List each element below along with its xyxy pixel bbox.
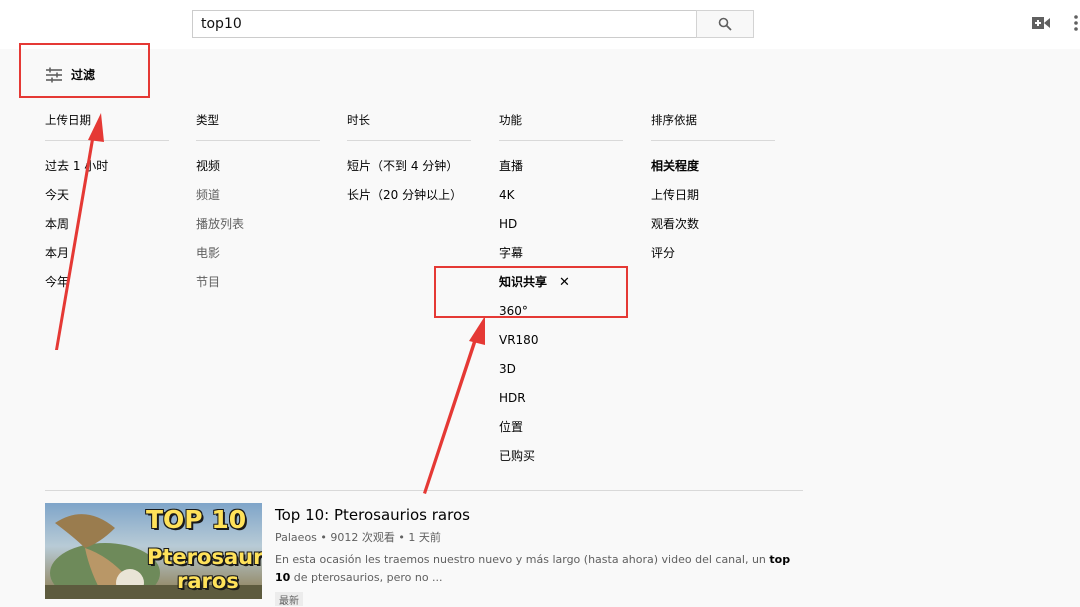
filter-option[interactable]: 今天 (45, 181, 169, 210)
filter-option[interactable]: 上传日期 (651, 181, 775, 210)
filter-option[interactable]: 今年 (45, 268, 169, 297)
filter-column-type: 类型 视频 频道 播放列表 电影 节目 (196, 112, 320, 297)
filter-option[interactable]: 4K (499, 181, 623, 210)
filter-option[interactable]: 直播 (499, 152, 623, 181)
column-heading: 时长 (347, 112, 471, 141)
top-bar: top10 (0, 0, 1080, 49)
filter-column-duration: 时长 短片（不到 4 分钟） 长片（20 分钟以上） (347, 112, 471, 210)
video-description: En esta ocasión les traemos nuestro nuev… (275, 553, 791, 584)
annotation-box-creative-commons (434, 266, 628, 318)
filter-option[interactable]: 节目 (196, 268, 320, 297)
filter-option[interactable]: 本月 (45, 239, 169, 268)
thumbnail-text-line2: Pterosaurios (147, 545, 262, 569)
filter-option[interactable]: 长片（20 分钟以上） (347, 181, 471, 210)
filter-option[interactable]: 相关程度 (651, 152, 775, 181)
video-title-link[interactable]: Top 10: Pterosaurios raros (275, 506, 470, 524)
filter-option[interactable]: 观看次数 (651, 210, 775, 239)
thumbnail-text-line1: TOP 10 (146, 505, 247, 534)
filter-option[interactable]: 评分 (651, 239, 775, 268)
video-meta: Palaeos • 9012 次观看 • 1 天前 (275, 531, 441, 544)
filter-option[interactable]: 电影 (196, 239, 320, 268)
filter-option[interactable]: 短片（不到 4 分钟） (347, 152, 471, 181)
filter-option[interactable]: 播放列表 (196, 210, 320, 239)
filter-option[interactable]: 过去 1 小时 (45, 152, 169, 181)
filter-option[interactable]: 已购买 (499, 442, 623, 471)
search-input[interactable]: top10 (192, 10, 697, 38)
column-heading: 排序依据 (651, 112, 775, 141)
filter-column-upload-date: 上传日期 过去 1 小时 今天 本周 本月 今年 (45, 112, 169, 297)
new-badge: 最新 (275, 592, 303, 607)
annotation-box-filter (19, 43, 150, 98)
video-thumbnail[interactable]: TOP 10 Pterosaurios raros (45, 503, 262, 599)
filter-option[interactable]: HDR (499, 384, 623, 413)
filter-option[interactable]: 频道 (196, 181, 320, 210)
column-heading: 功能 (499, 112, 623, 141)
filter-column-sort-by: 排序依据 相关程度 上传日期 观看次数 评分 (651, 112, 775, 268)
filter-option[interactable]: 本周 (45, 210, 169, 239)
filter-option[interactable]: 字幕 (499, 239, 623, 268)
filter-option[interactable]: HD (499, 210, 623, 239)
filter-option[interactable]: 3D (499, 355, 623, 384)
filter-option[interactable]: 位置 (499, 413, 623, 442)
results-divider (45, 490, 803, 491)
column-heading: 类型 (196, 112, 320, 141)
filter-option[interactable]: VR180 (499, 326, 623, 355)
filter-option[interactable]: 视频 (196, 152, 320, 181)
more-vertical-icon[interactable] (1072, 14, 1080, 32)
column-heading: 上传日期 (45, 112, 169, 141)
thumbnail-text-line3: raros (177, 569, 239, 593)
search-button[interactable] (696, 10, 754, 38)
video-camera-icon[interactable] (1032, 16, 1050, 30)
search-icon (718, 17, 732, 31)
